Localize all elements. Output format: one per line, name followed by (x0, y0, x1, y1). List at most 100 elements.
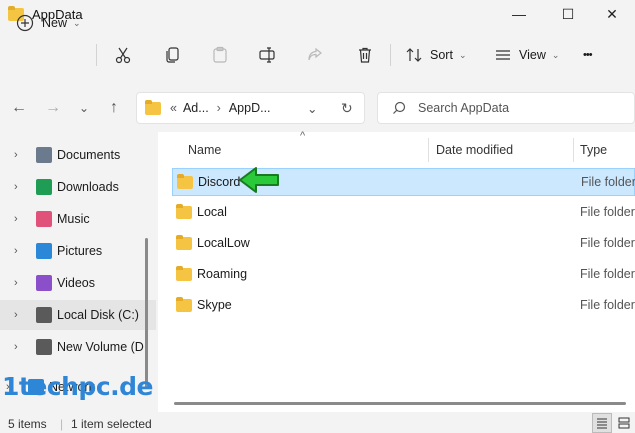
chevron-down-icon: ⌄ (551, 49, 560, 60)
chevron-right-icon[interactable]: › (14, 341, 28, 353)
sidebar-item[interactable]: › Downloads (0, 172, 156, 202)
chevron-right-icon[interactable]: › (14, 309, 28, 321)
breadcrumb-item[interactable]: Ad... (183, 101, 209, 115)
tiles-view-button[interactable] (614, 413, 634, 433)
back-button[interactable]: ← (6, 88, 32, 128)
file-row[interactable]: LocalLow File folder (172, 229, 635, 257)
sidebar-item-label: Music (57, 212, 90, 226)
copy-button[interactable] (164, 32, 182, 78)
annotation-arrow-icon (239, 167, 279, 193)
column-header-date-modified[interactable]: Date modified (436, 136, 513, 164)
music-icon (36, 211, 52, 227)
folder-icon (176, 296, 192, 312)
file-type: File folder (580, 298, 635, 312)
search-box[interactable]: Search AppData (377, 92, 635, 124)
details-view-button[interactable] (592, 413, 612, 433)
file-name: LocalLow (197, 236, 250, 250)
file-name: Roaming (197, 267, 248, 281)
view-label: View (519, 48, 546, 62)
sort-indicator-icon: ^ (300, 130, 306, 142)
breadcrumb-item[interactable]: AppD... (229, 101, 271, 115)
sort-icon (406, 48, 422, 62)
file-type: File folder (580, 267, 635, 281)
chevron-down-icon: ⌄ (73, 17, 81, 28)
search-placeholder: Search AppData (418, 101, 510, 115)
chevron-right-icon[interactable]: › (14, 277, 28, 289)
sidebar-item[interactable]: › New Volume (D (0, 332, 156, 362)
chevron-right-icon[interactable]: › (14, 149, 28, 161)
sort-label: Sort (430, 48, 453, 62)
share-button[interactable] (306, 32, 324, 78)
column-header-name[interactable]: Name (188, 136, 221, 164)
drive-icon (36, 307, 52, 323)
folder-icon (176, 265, 192, 281)
item-count: 5 items (8, 417, 47, 431)
watermark: 1techpc.de (2, 372, 153, 401)
documents-icon (36, 147, 52, 163)
column-divider[interactable] (428, 138, 429, 162)
share-icon (308, 47, 322, 61)
pictures-icon (36, 243, 52, 259)
address-dropdown-button[interactable]: ⌄ (307, 101, 317, 116)
copy-icon (166, 47, 179, 63)
refresh-button[interactable]: ↻ (341, 100, 353, 117)
horizontal-scrollbar[interactable] (174, 402, 626, 405)
file-row[interactable]: Skype File folder (172, 291, 635, 319)
chevron-down-icon: ⌄ (458, 49, 467, 60)
breadcrumb-overflow[interactable]: « (170, 101, 177, 115)
rename-button[interactable] (258, 32, 276, 78)
tiles-view-icon (618, 417, 630, 429)
sidebar-item[interactable]: › Local Disk (C:) (0, 300, 156, 330)
sidebar-item[interactable]: › Music (0, 204, 156, 234)
trash-icon (359, 47, 371, 63)
sort-button[interactable]: Sort ⌄ (405, 32, 466, 78)
paste-button[interactable] (211, 32, 229, 78)
chevron-right-icon[interactable]: › (14, 181, 28, 193)
view-button[interactable]: View ⌄ (494, 32, 559, 78)
maximize-button[interactable]: ☐ (545, 0, 591, 28)
file-type: File folder (580, 205, 635, 219)
forward-button[interactable]: → (40, 88, 66, 128)
chevron-right-icon[interactable]: › (14, 213, 28, 225)
address-bar[interactable]: « Ad... › AppD... ⌄ ↻ (136, 92, 365, 124)
minimize-button[interactable]: — (496, 0, 542, 28)
folder-icon (176, 203, 192, 219)
file-name: Discord (198, 175, 241, 189)
column-divider[interactable] (573, 138, 574, 162)
more-options-button[interactable]: ••• (583, 32, 593, 78)
recent-locations-button[interactable]: ⌄ (71, 88, 97, 128)
rename-icon (259, 47, 275, 63)
column-header-type[interactable]: Type (580, 136, 607, 164)
file-row[interactable]: Roaming File folder (172, 260, 635, 288)
sidebar-scrollbar[interactable] (145, 238, 148, 388)
folder-icon (177, 173, 193, 189)
sidebar-item[interactable]: › Videos (0, 268, 156, 298)
file-type: File folder (580, 236, 635, 250)
new-button[interactable]: New ⌄ (16, 0, 81, 46)
status-divider: | (60, 417, 64, 431)
up-button[interactable]: ↑ (101, 88, 127, 128)
selection-count: 1 item selected (71, 417, 152, 431)
file-name: Skype (197, 298, 232, 312)
close-button[interactable]: ✕ (589, 0, 635, 28)
downloads-icon (36, 179, 52, 195)
scissors-icon (115, 47, 131, 64)
chevron-right-icon[interactable]: › (14, 245, 28, 257)
sidebar-item[interactable]: › Pictures (0, 236, 156, 266)
sidebar-item[interactable]: › Documents (0, 140, 156, 170)
status-bar: 5 items | 1 item selected (0, 413, 635, 433)
new-label: New (42, 16, 68, 30)
sidebar-item-label: Downloads (57, 180, 119, 194)
folder-icon (145, 99, 161, 115)
toolbar-divider (96, 44, 97, 66)
sidebar-item-label: Documents (57, 148, 121, 162)
file-row[interactable]: Local File folder (172, 198, 635, 226)
breadcrumb-separator: › (216, 101, 221, 115)
folder-icon (176, 234, 192, 250)
cut-button[interactable] (114, 32, 132, 78)
details-view-icon (597, 418, 607, 429)
delete-button[interactable] (356, 32, 374, 78)
plus-circle-icon (16, 14, 34, 32)
sidebar-item-label: New Volume (D (57, 340, 144, 354)
sidebar-item-label: Local Disk (C:) (57, 308, 139, 322)
